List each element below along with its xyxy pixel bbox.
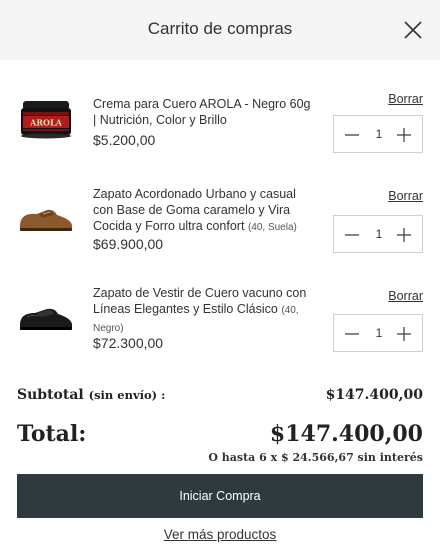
cart-item: AROLA Crema para Cuero AROLA - Negro 60g… [0,92,440,172]
thumb-brand-text: AROLA [29,118,62,128]
cart-title: Carrito de compras [147,19,293,38]
plus-icon[interactable] [394,225,414,245]
quantity-stepper: 1 [333,215,423,253]
minus-icon[interactable] [342,125,362,145]
subtotal-value: $147.400,00 [325,387,423,403]
product-price: $69.900,00 [93,236,164,252]
product-thumbnail-black-shoe [20,308,72,330]
checkout-button[interactable]: Iniciar Compra [17,474,423,518]
cart-item: Zapato Acordonado Urbano y casual con Ba… [0,186,440,266]
product-thumbnail-brown-shoe [20,209,72,231]
installments-info: O hasta 6 x $ 24.566,67 sin interés [208,451,423,464]
cart-header: Carrito de compras [0,0,440,60]
remove-item-button[interactable]: Borrar [388,289,423,303]
quantity-value[interactable]: 1 [364,326,394,340]
product-name[interactable]: Zapato de Vestir de Cuero vacuno con Lín… [93,285,313,337]
plus-icon[interactable] [394,125,414,145]
total-label: Total: [17,421,87,447]
quantity-stepper: 1 [333,115,423,153]
product-name[interactable]: Crema para Cuero AROLA - Negro 60g | Nut… [93,96,313,128]
product-price: $5.200,00 [93,132,156,148]
product-variant: (40, Suela) [247,222,297,233]
quantity-value[interactable]: 1 [364,127,394,141]
minus-icon[interactable] [342,324,362,344]
remove-item-button[interactable]: Borrar [388,92,423,106]
quantity-stepper: 1 [333,314,423,352]
total-value: $147.400,00 [269,421,423,447]
plus-icon[interactable] [394,324,414,344]
quantity-value[interactable]: 1 [364,227,394,241]
more-products-link[interactable]: Ver más productos [164,527,277,542]
product-name[interactable]: Zapato Acordonado Urbano y casual con Ba… [93,186,313,236]
minus-icon[interactable] [342,225,362,245]
close-icon[interactable] [402,19,424,41]
cart-item: Zapato de Vestir de Cuero vacuno con Lín… [0,285,440,365]
more-products-link-wrapper: Ver más productos [0,527,440,542]
remove-item-button[interactable]: Borrar [388,189,423,203]
subtotal-label: Subtotal (sin envío) : [17,387,166,403]
subtotal-note: (sin envío) : [88,388,166,402]
product-thumbnail-polish-tin: AROLA [21,101,71,139]
product-price: $72.300,00 [93,335,164,351]
